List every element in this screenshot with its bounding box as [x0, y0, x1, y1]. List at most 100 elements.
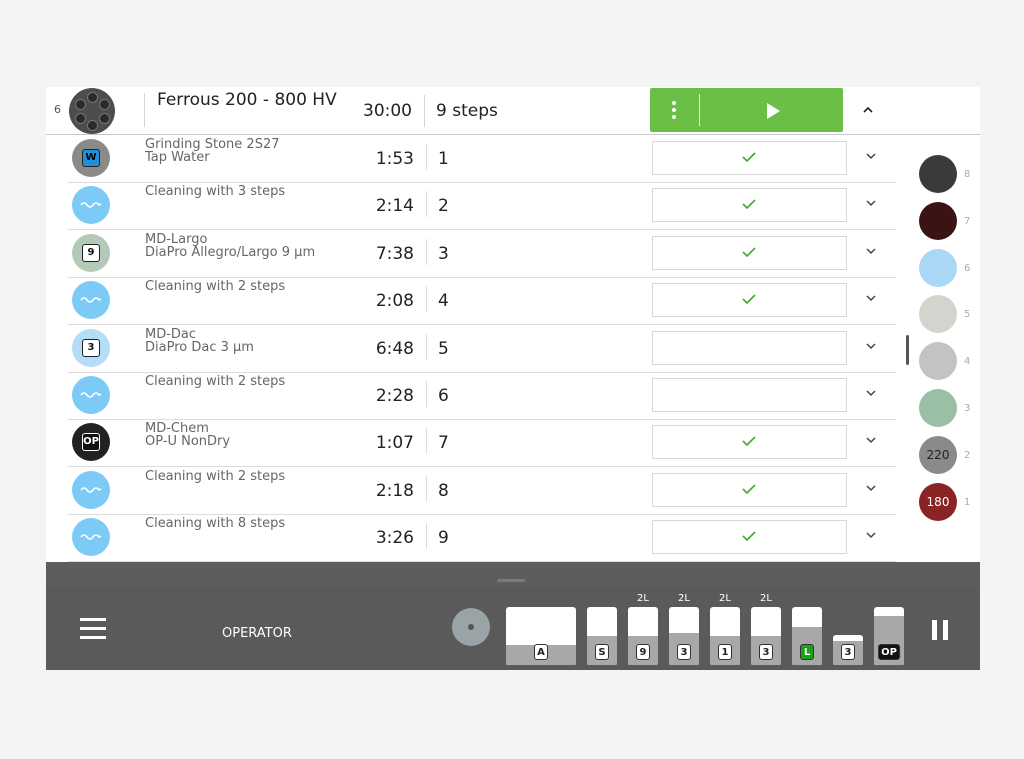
step-number: 1 — [438, 149, 449, 169]
step-row[interactable]: OP MD-Chem OP-U NonDry 1:07 7 — [68, 419, 896, 468]
step-subtitle: DiaPro Allegro/Largo 9 µm — [145, 244, 316, 260]
container-label: 1 — [718, 644, 732, 660]
step-row[interactable]: W Grinding Stone 2S27 Tap Water 1:53 1 — [68, 135, 896, 183]
divider — [144, 93, 145, 127]
step-title: MD-Dac — [145, 326, 197, 342]
checkmark-icon — [742, 152, 756, 163]
drawer-handle[interactable] — [497, 579, 525, 582]
step-number: 5 — [438, 338, 449, 359]
step-status-checkbox[interactable] — [652, 188, 847, 223]
step-row[interactable]: Cleaning with 2 steps 2:08 4 — [68, 277, 896, 326]
step-subtitle: Tap Water — [145, 150, 210, 165]
step-row[interactable]: 9 MD-Largo DiaPro Allegro/Largo 9 µm 7:38 3 — [68, 230, 896, 278]
disc-badge: W — [82, 149, 100, 167]
step-row[interactable]: 3 MD-Dac DiaPro Dac 3 µm 6:48 5 — [68, 325, 896, 373]
step-status-checkbox[interactable] — [652, 520, 847, 555]
step-status-checkbox[interactable] — [652, 141, 847, 175]
checkmark-icon — [742, 247, 756, 257]
consumable-container[interactable]: 1 — [710, 607, 740, 665]
run-program-button[interactable] — [650, 88, 843, 132]
user-role: OPERATOR — [222, 626, 292, 641]
chevron-up-icon[interactable] — [859, 101, 877, 119]
consumable-container[interactable]: 3 — [833, 635, 863, 665]
step-time: 2:28 — [375, 386, 414, 406]
container-label: L — [800, 644, 814, 660]
divider — [426, 523, 427, 550]
container-volume: 2L — [760, 593, 772, 604]
disc-badge: OP — [82, 433, 100, 452]
magazine-disc[interactable] — [919, 295, 957, 334]
consumable-container[interactable]: 3 — [751, 607, 781, 665]
disc-badge: 3 — [82, 338, 100, 357]
step-row[interactable]: Cleaning with 2 steps 2:18 8 — [68, 467, 896, 515]
step-subtitle: DiaPro Dac 3 µm — [145, 339, 254, 355]
checkmark-icon — [742, 436, 756, 447]
disc-slot-number: 4 — [964, 356, 971, 368]
consumable-container[interactable]: 9 — [628, 607, 658, 665]
cleaning-disc-icon — [72, 281, 110, 320]
step-row[interactable]: Cleaning with 3 steps 2:14 2 — [68, 182, 896, 231]
divider — [426, 428, 427, 455]
chevron-down-icon[interactable] — [865, 199, 877, 207]
divider — [426, 333, 427, 360]
magazine-disc[interactable] — [919, 342, 957, 381]
chevron-down-icon[interactable] — [865, 247, 877, 255]
step-status-checkbox[interactable] — [652, 235, 847, 270]
cleaning-disc-icon — [72, 186, 110, 225]
step-row[interactable]: Cleaning with 8 steps 3:26 9 — [68, 514, 896, 563]
step-time: 1:07 — [375, 433, 414, 454]
container-volume: 2L — [719, 593, 731, 604]
step-description: Grinding Stone 2S27 Tap Water — [145, 138, 365, 164]
disc-slot-number: 8 — [964, 169, 971, 180]
scrollbar[interactable] — [906, 335, 909, 365]
chevron-down-icon[interactable] — [865, 389, 877, 397]
consumable-container[interactable]: OP — [874, 607, 904, 665]
step-row[interactable]: Cleaning with 2 steps 2:28 6 — [68, 372, 896, 420]
chevron-down-icon[interactable] — [865, 436, 877, 444]
chevron-down-icon[interactable] — [865, 342, 877, 350]
chevron-down-icon[interactable] — [865, 152, 877, 160]
menu-icon[interactable] — [80, 618, 106, 640]
step-status-checkbox[interactable] — [652, 283, 847, 318]
step-status-checkbox[interactable] — [652, 378, 847, 412]
step-number: 9 — [438, 528, 449, 549]
step-title: Cleaning with 3 steps — [145, 184, 286, 200]
divider — [426, 475, 427, 502]
consumable-container[interactable]: 3 — [669, 607, 699, 665]
magazine-disc[interactable] — [919, 248, 957, 287]
pause-icon[interactable] — [932, 620, 948, 640]
chevron-down-icon[interactable] — [865, 531, 877, 539]
magazine-disc[interactable] — [919, 389, 957, 427]
step-status-checkbox[interactable] — [652, 425, 847, 460]
program-index: 6 — [54, 103, 61, 116]
step-title: Cleaning with 2 steps — [145, 374, 286, 389]
disc-grit-label: 180 — [926, 494, 950, 509]
divider — [426, 381, 427, 407]
checkmark-icon — [742, 531, 756, 542]
consumable-container[interactable]: S — [587, 607, 617, 665]
chevron-down-icon[interactable] — [865, 484, 877, 492]
disc-slot-number: 2 — [964, 449, 971, 461]
disc-status-icon[interactable] — [452, 608, 490, 646]
md-chem-disc-icon: OP — [72, 423, 110, 462]
step-time: 2:18 — [375, 480, 414, 501]
consumable-container[interactable]: L — [792, 607, 822, 665]
magazine-disc[interactable]: 220 — [919, 435, 957, 474]
divider — [699, 94, 700, 126]
program-header: 6 Ferrous 200 - 800 HV 30:00 9 steps — [46, 87, 980, 135]
container-label: 9 — [636, 644, 650, 660]
drawer-handle-area[interactable] — [46, 562, 980, 586]
more-options-icon[interactable] — [668, 101, 680, 119]
divider — [426, 144, 427, 170]
magazine-disc[interactable] — [919, 201, 957, 240]
bottom-bar: OPERATOR A S 9 2L 3 2L 1 2L 3 2L L 3 OP — [46, 562, 980, 670]
step-status-checkbox[interactable] — [652, 472, 847, 507]
step-description: MD-Largo DiaPro Allegro/Largo 9 µm — [145, 233, 365, 259]
chevron-down-icon[interactable] — [865, 294, 877, 302]
step-status-checkbox[interactable] — [652, 330, 847, 365]
magazine-disc[interactable]: 180 — [919, 482, 957, 521]
magazine-disc[interactable] — [919, 155, 957, 193]
container-label: OP — [878, 644, 900, 660]
consumable-container[interactable]: A — [506, 607, 576, 665]
program-title: Ferrous 200 - 800 HV — [157, 90, 337, 110]
